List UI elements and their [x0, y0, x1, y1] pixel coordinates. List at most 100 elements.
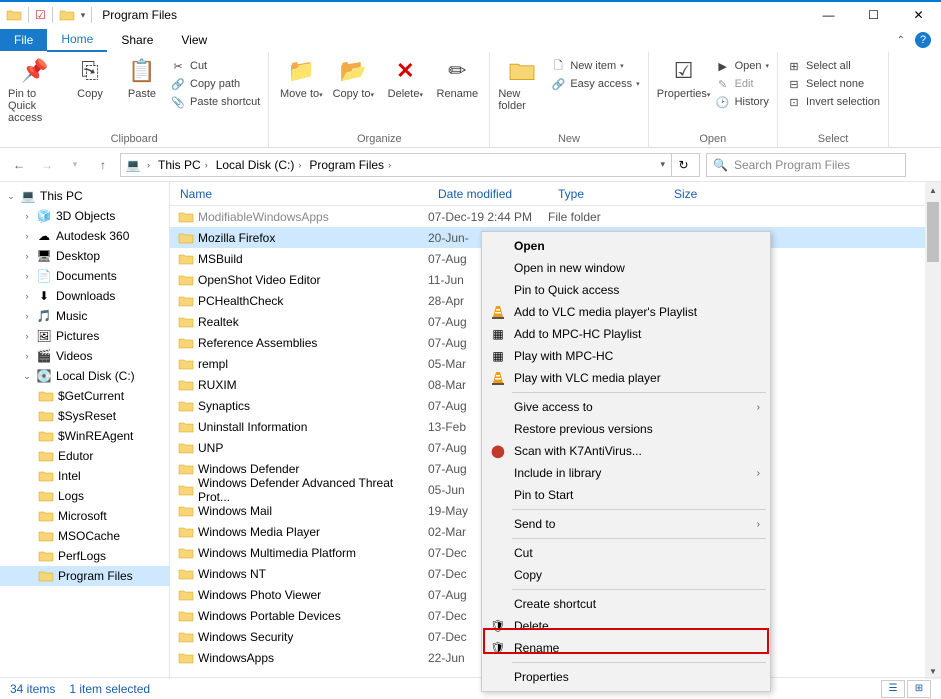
tree-localdisk[interactable]: ⌄💽Local Disk (C:): [0, 366, 169, 386]
copy-path-button[interactable]: 🔗Copy path: [170, 76, 260, 92]
folder-icon: [178, 336, 194, 350]
delete-button[interactable]: ✕Delete▾: [381, 56, 429, 100]
app-folder-icon: [6, 8, 22, 22]
up-button[interactable]: ↑: [92, 154, 114, 176]
cut-button[interactable]: ✂Cut: [170, 58, 260, 74]
tree-documents[interactable]: ›📄Documents: [0, 266, 169, 286]
minimize-button[interactable]: —: [806, 1, 851, 29]
copy-button[interactable]: ⎘Copy: [66, 56, 114, 100]
file-row[interactable]: ModifiableWindowsApps07-Dec-19 2:44 PMFi…: [170, 206, 941, 227]
addr-dropdown-icon[interactable]: ▾: [660, 159, 665, 170]
view-icons-button[interactable]: ⊞: [907, 680, 931, 698]
folder-icon: [178, 315, 194, 329]
folder-icon: [178, 630, 194, 644]
ctx-open-new-window[interactable]: Open in new window: [484, 257, 768, 279]
tab-file[interactable]: File: [0, 29, 47, 51]
tree-thispc[interactable]: ⌄💻This PC: [0, 186, 169, 206]
paste-button[interactable]: 📋Paste: [118, 56, 166, 100]
crumb-folder[interactable]: Program Files›: [307, 158, 395, 172]
ctx-rename[interactable]: 🛡Rename: [484, 637, 768, 659]
back-button[interactable]: ←: [8, 154, 30, 176]
tree-sysreset[interactable]: $SysReset: [0, 406, 169, 426]
ctx-cut[interactable]: Cut: [484, 542, 768, 564]
edit-button[interactable]: ✎Edit: [715, 76, 769, 92]
titlebar: ☑ ▾ Program Files — ☐ ✕: [0, 0, 941, 28]
tree-music[interactable]: ›🎵Music: [0, 306, 169, 326]
tree-microsoft[interactable]: Microsoft: [0, 506, 169, 526]
maximize-button[interactable]: ☐: [851, 1, 896, 29]
ctx-open[interactable]: Open: [484, 235, 768, 257]
col-type[interactable]: Type: [548, 187, 664, 201]
scroll-thumb[interactable]: [927, 202, 939, 262]
folder-icon: [178, 357, 194, 371]
recent-dropdown[interactable]: ▾: [64, 154, 86, 176]
tree-desktop[interactable]: ›🖥Desktop: [0, 246, 169, 266]
qat-checkbox-icon[interactable]: ☑: [35, 8, 46, 22]
search-input[interactable]: 🔍 Search Program Files: [706, 153, 906, 177]
crumb-thispc[interactable]: This PC›: [156, 158, 212, 172]
col-date[interactable]: Date modified: [428, 187, 548, 201]
qat-dropdown-icon[interactable]: ▾: [81, 10, 86, 21]
new-item-button[interactable]: 🗋New item ▾: [550, 58, 639, 74]
col-size[interactable]: Size: [664, 187, 744, 201]
ctx-delete[interactable]: 🛡Delete: [484, 615, 768, 637]
tab-share[interactable]: Share: [107, 29, 167, 51]
ctx-play-vlc[interactable]: Play with VLC media player: [484, 367, 768, 389]
pin-quick-access-button[interactable]: 📌Pin to Quick access: [8, 56, 62, 124]
ctx-properties[interactable]: Properties: [484, 666, 768, 688]
copy-to-button[interactable]: 📂Copy to▾: [329, 56, 377, 100]
ctx-restore-versions[interactable]: Restore previous versions: [484, 418, 768, 440]
crumb-drive[interactable]: Local Disk (C:)›: [214, 158, 306, 172]
tree-intel[interactable]: Intel: [0, 466, 169, 486]
tree-perflogs[interactable]: PerfLogs: [0, 546, 169, 566]
ctx-vlc-playlist[interactable]: Add to VLC media player's Playlist: [484, 301, 768, 323]
properties-button[interactable]: ☑Properties▾: [657, 56, 711, 100]
tree-downloads[interactable]: ›⬇Downloads: [0, 286, 169, 306]
easy-access-button[interactable]: 🔗Easy access ▾: [550, 76, 639, 92]
close-button[interactable]: ✕: [896, 1, 941, 29]
invert-selection-button[interactable]: ⊡Invert selection: [786, 94, 880, 110]
new-folder-button[interactable]: New folder: [498, 56, 546, 112]
ctx-create-shortcut[interactable]: Create shortcut: [484, 593, 768, 615]
scrollbar[interactable]: ▲ ▼: [925, 182, 941, 679]
ctx-play-mpc[interactable]: ▦Play with MPC-HC: [484, 345, 768, 367]
col-name[interactable]: Name: [170, 187, 428, 201]
ctx-send-to[interactable]: Send to›: [484, 513, 768, 535]
help-button[interactable]: ?: [915, 32, 931, 48]
tree-3d-objects[interactable]: ›🧊3D Objects: [0, 206, 169, 226]
address-bar[interactable]: 💻 › This PC› Local Disk (C:)› Program Fi…: [120, 153, 700, 177]
ctx-give-access[interactable]: Give access to›: [484, 396, 768, 418]
ctx-k7-scan[interactable]: ⬤Scan with K7AntiVirus...: [484, 440, 768, 462]
tree-msocache[interactable]: MSOCache: [0, 526, 169, 546]
ctx-include-library[interactable]: Include in library›: [484, 462, 768, 484]
tree-videos[interactable]: ›🎬Videos: [0, 346, 169, 366]
tree-pictures[interactable]: ›🖼Pictures: [0, 326, 169, 346]
select-none-button[interactable]: ⊟Select none: [786, 76, 880, 92]
move-to-button[interactable]: 📁Move to▾: [277, 56, 325, 100]
refresh-button[interactable]: ↻: [671, 154, 695, 176]
view-details-button[interactable]: ☰: [881, 680, 905, 698]
tree-logs[interactable]: Logs: [0, 486, 169, 506]
ctx-copy[interactable]: Copy: [484, 564, 768, 586]
select-all-button[interactable]: ⊞Select all: [786, 58, 880, 74]
navigation-pane[interactable]: ⌄💻This PC ›🧊3D Objects ›☁Autodesk 360 ›🖥…: [0, 182, 170, 679]
tree-programfiles[interactable]: Program Files: [0, 566, 169, 586]
tree-getcurrent[interactable]: $GetCurrent: [0, 386, 169, 406]
rename-button[interactable]: ✏Rename: [433, 56, 481, 100]
ctx-mpc-playlist[interactable]: ▦Add to MPC-HC Playlist: [484, 323, 768, 345]
history-button[interactable]: 🕑History: [715, 94, 769, 110]
tree-winreagent[interactable]: $WinREAgent: [0, 426, 169, 446]
tab-view[interactable]: View: [167, 29, 221, 51]
ctx-pin-quick-access[interactable]: Pin to Quick access: [484, 279, 768, 301]
paste-shortcut-button[interactable]: 📎Paste shortcut: [170, 94, 260, 110]
forward-button[interactable]: →: [36, 154, 58, 176]
tree-edutor[interactable]: Edutor: [0, 446, 169, 466]
open-button[interactable]: ▶Open ▾: [715, 58, 769, 74]
ctx-pin-start[interactable]: Pin to Start: [484, 484, 768, 506]
ribbon-collapse-icon[interactable]: ⌃: [897, 35, 905, 46]
tree-autodesk[interactable]: ›☁Autodesk 360: [0, 226, 169, 246]
tab-home[interactable]: Home: [47, 28, 107, 52]
qat-folder-icon[interactable]: [59, 8, 75, 22]
scroll-up-icon[interactable]: ▲: [925, 182, 941, 198]
folder-icon: [178, 441, 194, 455]
